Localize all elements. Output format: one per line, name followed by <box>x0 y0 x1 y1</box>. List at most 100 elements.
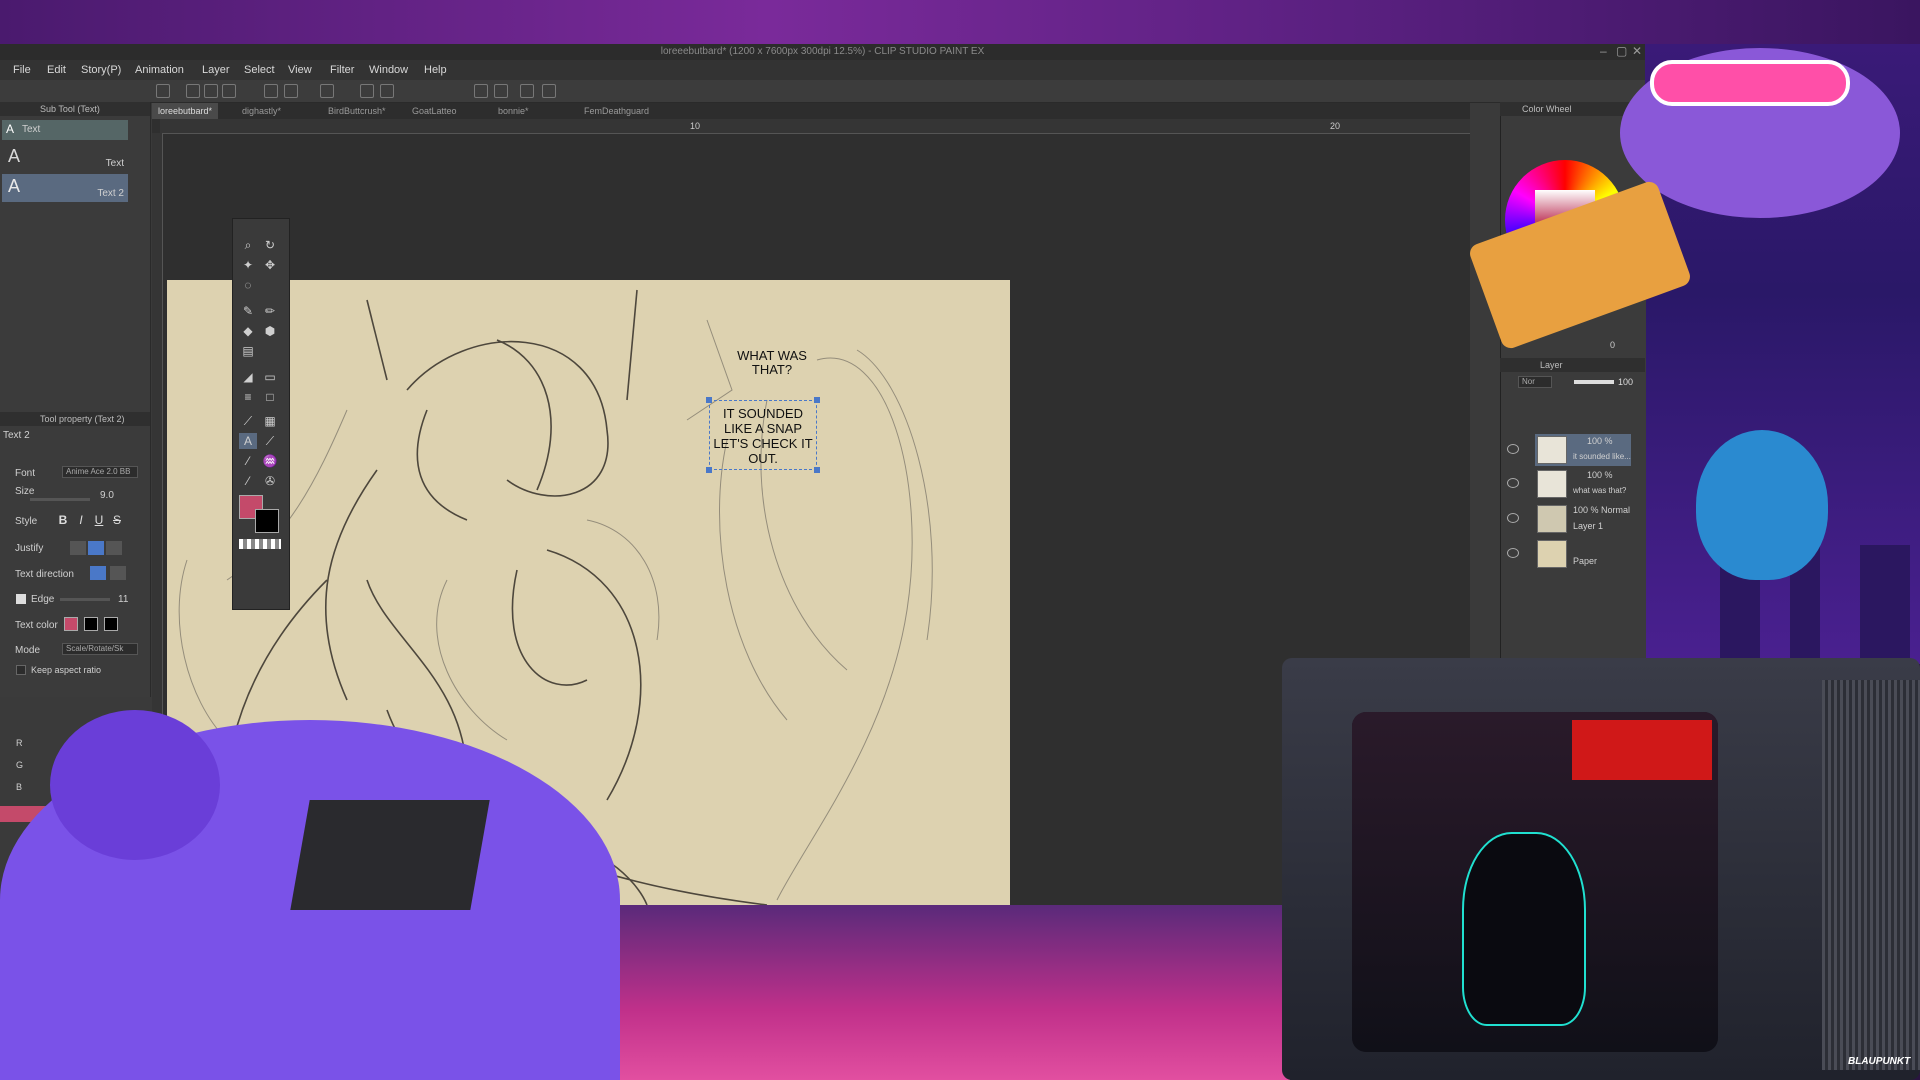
selection-handle[interactable] <box>814 467 820 473</box>
figure-icon[interactable]: ◢ <box>239 369 257 385</box>
strike-button[interactable]: S <box>109 513 125 529</box>
keep-aspect-checkbox[interactable] <box>16 665 26 675</box>
subtool-item-text2[interactable]: A Text 2 <box>2 174 128 202</box>
ruler-snap-icon[interactable] <box>474 84 488 98</box>
blend-icon[interactable]: ♒ <box>261 453 279 469</box>
text-color-main-swatch[interactable] <box>64 617 78 631</box>
frame-border-icon[interactable]: □ <box>261 389 279 405</box>
rotate-view-icon[interactable]: ↻ <box>261 237 279 253</box>
minimize-button[interactable]: – <box>1600 44 1607 58</box>
special-ruler-icon[interactable] <box>494 84 508 98</box>
visibility-eye-icon[interactable] <box>1507 513 1519 523</box>
pencil-icon[interactable]: ✏ <box>261 303 279 319</box>
open-file-icon[interactable] <box>204 84 218 98</box>
correct-line-icon[interactable]: ⟋ <box>239 413 257 429</box>
sub-color-swatch[interactable] <box>255 509 279 533</box>
slider-b-label: B <box>16 782 23 792</box>
visibility-eye-icon[interactable] <box>1507 548 1519 558</box>
italic-button[interactable]: I <box>73 513 89 529</box>
slider-r-label: R <box>16 738 23 748</box>
menu-view[interactable]: View <box>288 64 312 76</box>
menu-layer[interactable]: Layer <box>202 64 230 76</box>
horizontal-direction-icon[interactable] <box>90 566 106 580</box>
tab-loreebutbard[interactable]: loreebutbard* <box>152 103 219 119</box>
justify-center-icon[interactable] <box>88 541 104 555</box>
new-file-icon[interactable] <box>186 84 200 98</box>
edge-checkbox[interactable] <box>16 594 26 604</box>
ruler-tool-icon[interactable]: ▭ <box>261 369 279 385</box>
speech-bubble-2[interactable]: IT SOUNDED LIKE A SNAP LET'S CHECK IT OU… <box>711 406 815 466</box>
text-tool-active-icon[interactable]: A <box>239 433 257 449</box>
tab-femdeathguard[interactable]: FemDeathguard <box>578 103 655 119</box>
size-value[interactable]: 9.0 <box>100 490 114 501</box>
save-icon[interactable] <box>222 84 236 98</box>
menu-filter[interactable]: Filter <box>330 64 354 76</box>
menu-file[interactable]: File <box>13 64 31 76</box>
eraser-icon[interactable]: ◆ <box>239 323 257 339</box>
justify-left-icon[interactable] <box>70 541 86 555</box>
subtool-item-text[interactable]: A Text <box>2 144 128 172</box>
pen-pressure-icon[interactable] <box>520 84 534 98</box>
subtool-group-text[interactable]: Text <box>2 120 128 140</box>
clip-studio-icon[interactable] <box>156 84 170 98</box>
selection-handle[interactable] <box>814 397 820 403</box>
gradient-icon[interactable]: ▤ <box>239 343 257 359</box>
auto-select-icon[interactable]: ✦ <box>239 257 257 273</box>
layer-row[interactable]: 100 % Normal Layer 1 <box>1535 503 1645 535</box>
tab-bonnie[interactable]: bonnie* <box>492 103 535 119</box>
tab-birdbuttcrush[interactable]: BirdButtcrush* <box>322 103 392 119</box>
zoom-icon[interactable]: ⌕ <box>239 237 257 253</box>
transform-icon[interactable] <box>380 84 394 98</box>
blend-mode-select[interactable]: Nor <box>1518 376 1552 388</box>
pen-icon[interactable]: ✎ <box>239 303 257 319</box>
toolprop-name: Text 2 <box>3 430 30 441</box>
visibility-eye-icon[interactable] <box>1507 444 1519 454</box>
menu-animation[interactable]: Animation <box>135 64 184 76</box>
maximize-button[interactable]: ▢ <box>1616 44 1627 58</box>
layer-opacity-slider[interactable] <box>1574 380 1614 384</box>
help-icon[interactable] <box>542 84 556 98</box>
stream-top-band <box>0 0 1920 44</box>
eyedropper-icon[interactable]: ⁄ <box>239 453 257 469</box>
underline-button[interactable]: U <box>91 513 107 529</box>
mode-select[interactable]: Scale/Rotate/Sk <box>62 643 138 655</box>
frame-icon[interactable]: ≡ <box>239 389 257 405</box>
clear-icon[interactable] <box>320 84 334 98</box>
fill-icon[interactable] <box>360 84 374 98</box>
vertical-direction-icon[interactable] <box>110 566 126 580</box>
menu-window[interactable]: Window <box>369 64 408 76</box>
airbrush-icon[interactable]: ✇ <box>261 473 279 489</box>
layer-opacity-value[interactable]: 100 <box>1618 377 1633 387</box>
tab-dighastly[interactable]: dighastly* <box>236 103 287 119</box>
layer-row[interactable]: 100 % what was that? <box>1535 468 1645 500</box>
close-button[interactable]: ✕ <box>1632 44 1642 58</box>
size-slider[interactable] <box>30 498 90 501</box>
menu-edit[interactable]: Edit <box>47 64 66 76</box>
edge-slider[interactable] <box>60 598 110 601</box>
tab-goatlatteo[interactable]: GoatLatteo <box>406 103 463 119</box>
fill-bucket-icon[interactable]: ⬢ <box>261 323 279 339</box>
lasso-icon[interactable]: ◌ <box>239 277 257 293</box>
selection-handle[interactable] <box>706 397 712 403</box>
justify-right-icon[interactable] <box>106 541 122 555</box>
bold-button[interactable]: B <box>55 513 71 529</box>
balloon-icon[interactable]: ⟋ <box>261 433 279 449</box>
layer-row[interactable]: 100 % it sounded like... <box>1535 434 1645 466</box>
menu-select[interactable]: Select <box>244 64 275 76</box>
visibility-eye-icon[interactable] <box>1507 478 1519 488</box>
text-color-custom-swatch[interactable] <box>104 617 118 631</box>
undo-icon[interactable] <box>264 84 278 98</box>
edge-value[interactable]: 11 <box>118 594 128 605</box>
transparent-color-swatch[interactable] <box>239 539 281 549</box>
move-icon[interactable]: ✥ <box>261 257 279 273</box>
brush-icon[interactable]: ⁄ <box>239 473 257 489</box>
grid-icon[interactable]: ▦ <box>261 413 279 429</box>
speech-bubble-1[interactable]: WHAT WAS THAT? <box>722 349 822 377</box>
menu-story[interactable]: Story(P) <box>81 64 121 76</box>
redo-icon[interactable] <box>284 84 298 98</box>
selection-handle[interactable] <box>706 467 712 473</box>
layer-row[interactable]: Paper <box>1535 538 1645 570</box>
font-select[interactable]: Anime Ace 2.0 BB <box>62 466 138 478</box>
menu-help[interactable]: Help <box>424 64 447 76</box>
text-color-sub-swatch[interactable] <box>84 617 98 631</box>
